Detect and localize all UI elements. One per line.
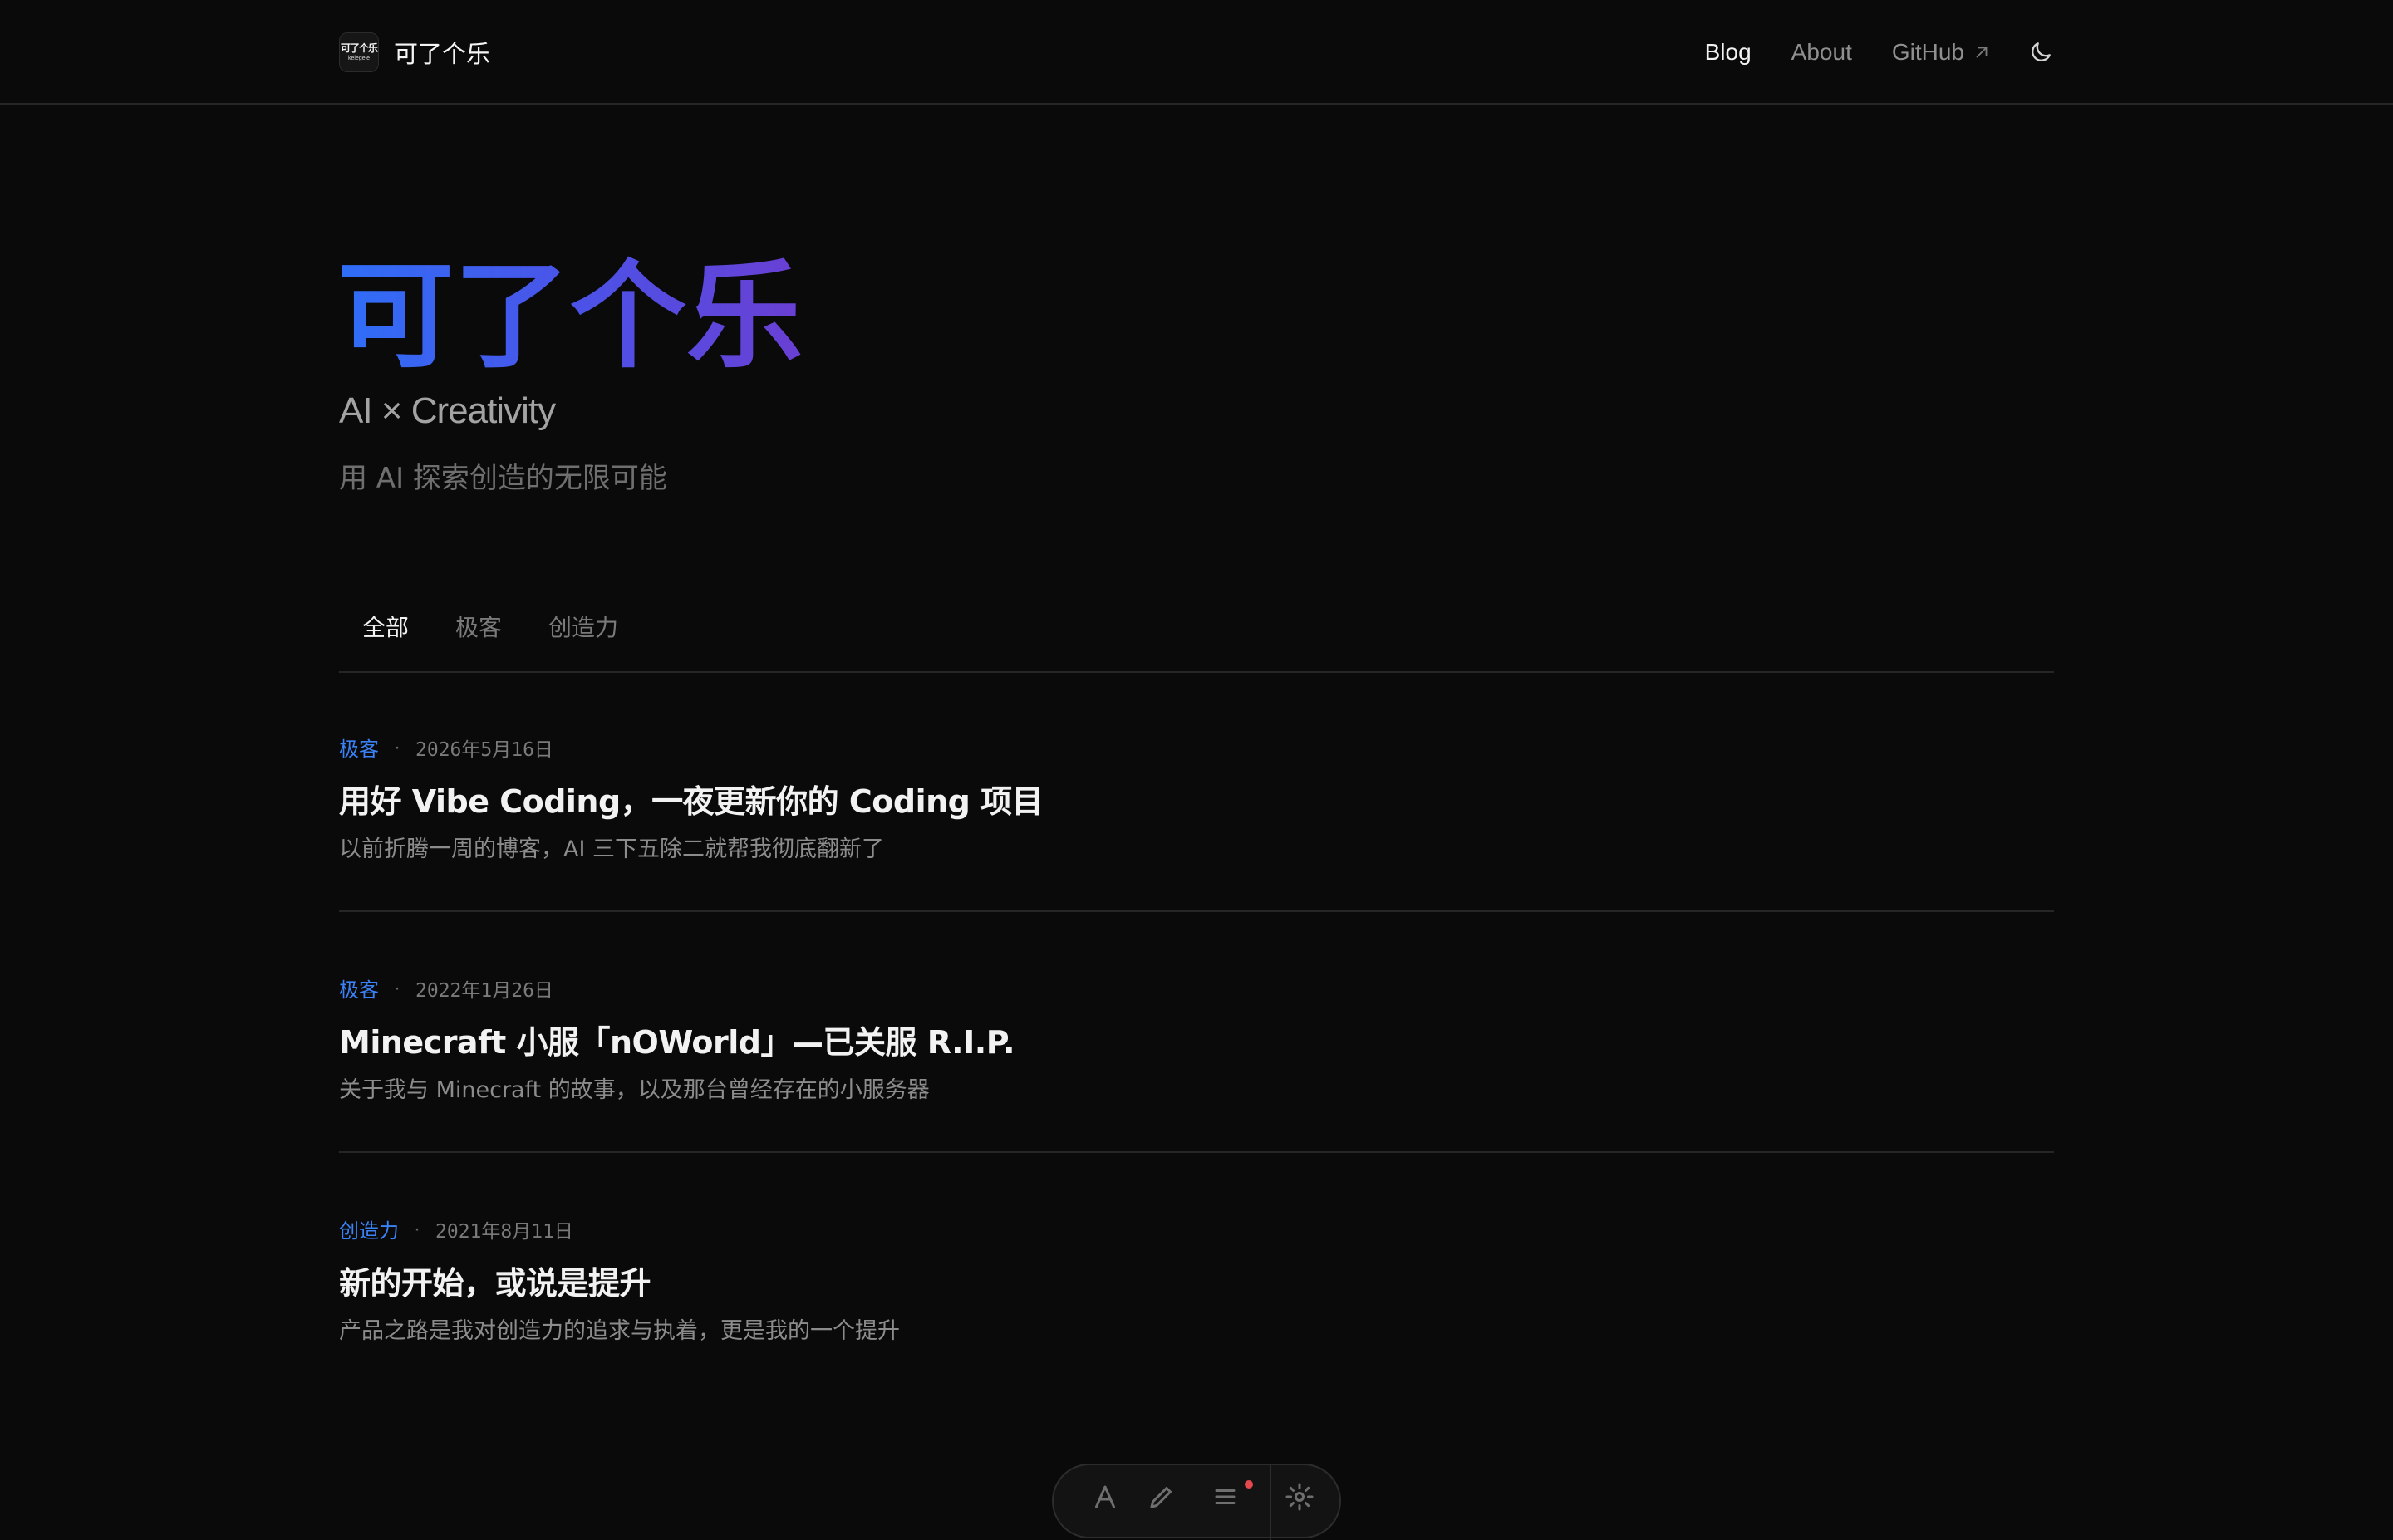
site-logo-subtext: kelegele — [347, 56, 371, 61]
post-category[interactable]: 极客 — [339, 733, 379, 762]
moon-icon[interactable] — [2027, 39, 2054, 66]
post-category[interactable]: 极客 — [339, 974, 379, 1003]
hero-description: 用 AI 探索创造的无限可能 — [339, 462, 667, 495]
list-icon[interactable] — [1211, 1482, 1241, 1512]
nav-link-github[interactable]: GitHub — [1892, 39, 1991, 66]
post-date: 2026年5月16日 — [415, 738, 553, 761]
site-header: 可了个乐 kelegele 可了个乐 Blog About GitHub — [0, 0, 2393, 105]
tab-all[interactable]: 全部 — [362, 610, 409, 643]
pen-icon[interactable] — [1147, 1482, 1177, 1512]
floating-toolbar — [1052, 1464, 1341, 1540]
post-item[interactable]: 创造力 · 2021年8月11日 新的开始，或说是提升 产品之路是我对创造力的追… — [339, 1155, 2054, 1394]
hero-title: 可了个乐 — [337, 249, 803, 385]
post-meta: 极客 · 2022年1月26日 — [339, 974, 553, 1003]
post-meta: 极客 · 2026年5月16日 — [339, 733, 553, 762]
meta-separator: · — [394, 976, 400, 999]
site-logo-text: 可了个乐 — [340, 42, 378, 54]
post-title[interactable]: 新的开始，或说是提升 — [339, 1258, 651, 1303]
hero-subtitle: AI × Creativity — [339, 390, 556, 431]
notification-dot — [1245, 1480, 1253, 1489]
post-title[interactable]: Minecraft 小服「nOWorld」—已关服 R.I.P. — [339, 1017, 1015, 1062]
nav-link-github-label: GitHub — [1891, 39, 1964, 65]
post-item[interactable]: 极客 · 2022年1月26日 Minecraft 小服「nOWorld」—已关… — [339, 914, 2054, 1153]
post-title[interactable]: 用好 Vibe Coding，一夜更新你的 Coding 项目 — [339, 776, 1044, 821]
post-item[interactable]: 极客 · 2026年5月16日 用好 Vibe Coding，一夜更新你的 Co… — [339, 673, 2054, 912]
meta-separator: · — [414, 1217, 420, 1240]
meta-separator: · — [394, 735, 400, 758]
post-category[interactable]: 创造力 — [339, 1214, 399, 1243]
nav-link-blog[interactable]: Blog — [1705, 39, 1752, 66]
post-excerpt: 关于我与 Minecraft 的故事，以及那台曾经存在的小服务器 — [339, 1077, 930, 1103]
category-tabs: 全部 极客 创造力 — [339, 603, 2054, 673]
tab-creativity[interactable]: 创造力 — [548, 610, 618, 643]
external-arrow-icon — [1976, 47, 1988, 58]
post-date: 2022年1月26日 — [415, 979, 553, 1002]
site-name: 可了个乐 — [394, 40, 491, 68]
site-logo: 可了个乐 kelegele — [339, 32, 379, 72]
text-a-icon[interactable] — [1090, 1482, 1120, 1512]
post-meta: 创造力 · 2021年8月11日 — [339, 1214, 573, 1243]
gear-icon[interactable] — [1285, 1482, 1314, 1512]
main-nav: Blog About GitHub — [1705, 35, 2054, 70]
toolbar-divider — [1270, 1465, 1271, 1540]
post-date: 2021年8月11日 — [435, 1220, 573, 1243]
site-brand-link[interactable]: 可了个乐 kelegele 可了个乐 — [339, 32, 490, 72]
nav-link-about[interactable]: About — [1791, 39, 1852, 66]
post-excerpt: 产品之路是我对创造力的追求与执着，更是我的一个提升 — [339, 1318, 900, 1344]
post-excerpt: 以前折腾一周的博客，AI 三下五除二就帮我彻底翻新了 — [339, 836, 885, 862]
tab-geek[interactable]: 极客 — [455, 610, 502, 643]
